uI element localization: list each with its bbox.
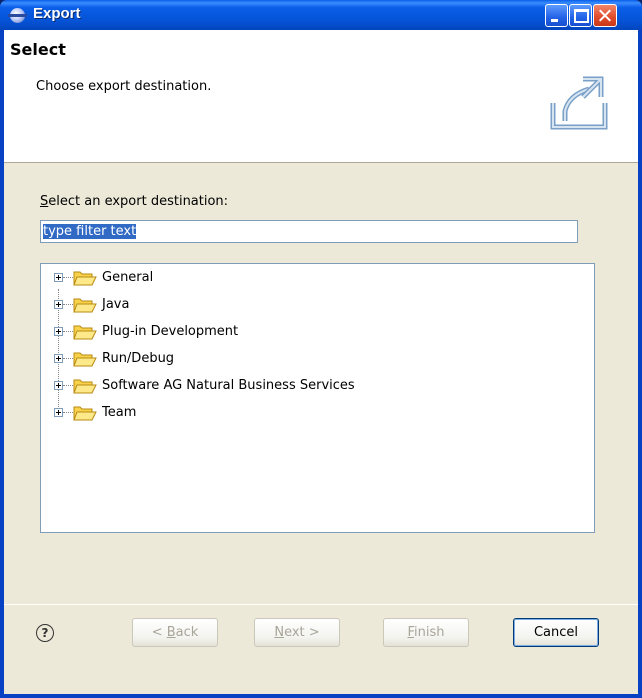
folder-icon (73, 379, 97, 394)
finish-button[interactable]: Finish (383, 618, 469, 647)
eclipse-icon (8, 8, 27, 23)
back-mnemonic: B (166, 625, 176, 640)
finish-label: inish (414, 625, 445, 640)
tree-item-java[interactable]: Java (41, 294, 581, 318)
next-button[interactable]: Next > (254, 618, 340, 647)
tree-connector (63, 277, 73, 278)
wizard-header: Select Choose export destination. (4, 30, 638, 163)
tree-item-label: Run/Debug (102, 351, 175, 366)
tree-connector (63, 331, 73, 332)
folder-icon (73, 406, 97, 421)
tree-connector (63, 412, 73, 413)
tree-item-label: Java (102, 297, 130, 312)
help-icon[interactable]: ? (36, 624, 54, 642)
next-mnemonic: N (274, 625, 285, 640)
minimize-button[interactable] (545, 4, 568, 27)
expand-icon[interactable] (54, 381, 63, 390)
cancel-button[interactable]: Cancel (513, 618, 599, 647)
page-description: Choose export destination. (36, 79, 212, 94)
expand-icon[interactable] (54, 273, 63, 282)
tree-item-plugin-development[interactable]: Plug-in Development (41, 321, 581, 345)
filter-input-value: type filter text (43, 224, 137, 239)
export-wizard-icon (550, 76, 608, 130)
export-dialog: Export Select Choose export destination.… (0, 0, 642, 698)
tree-item-software-ag-nbs[interactable]: Software AG Natural Business Services (41, 375, 581, 399)
maximize-button[interactable] (569, 4, 592, 27)
tree-connector (63, 358, 73, 359)
tree-item-general[interactable]: General (41, 267, 581, 291)
title-bar[interactable]: Export (0, 0, 642, 30)
window-border-bottom (0, 694, 642, 698)
expand-icon[interactable] (54, 354, 63, 363)
tree-item-label: Software AG Natural Business Services (102, 378, 355, 393)
destination-label: Select an export destination: (40, 194, 228, 209)
expand-icon[interactable] (54, 300, 63, 309)
expand-icon[interactable] (54, 408, 63, 417)
back-label: ack (175, 625, 199, 640)
tree-item-run-debug[interactable]: Run/Debug (41, 348, 581, 372)
destination-tree[interactable]: General Java Plug-in Development Run/Deb… (40, 263, 595, 533)
tree-item-label: Plug-in Development (102, 324, 239, 339)
folder-icon (73, 271, 97, 286)
folder-icon (73, 352, 97, 367)
tree-item-label: Team (102, 405, 137, 420)
window-border-right (638, 30, 642, 698)
tree-connector (63, 304, 73, 305)
back-button[interactable]: < Back (132, 618, 218, 647)
dialog-client-area: Select Choose export destination. Select… (4, 30, 638, 694)
destination-label-text: elect an export destination: (48, 194, 229, 209)
page-title: Select (10, 40, 66, 59)
window-title: Export (33, 5, 81, 22)
tree-item-label: General (102, 270, 154, 285)
tree-connector (63, 385, 73, 386)
filter-input[interactable]: type filter text (40, 220, 578, 243)
tree-item-team[interactable]: Team (41, 402, 581, 426)
folder-icon (73, 325, 97, 340)
expand-icon[interactable] (54, 327, 63, 336)
folder-icon (73, 298, 97, 313)
next-label: ext > (284, 625, 320, 640)
back-prefix: < (151, 625, 167, 640)
footer-separator (4, 604, 638, 605)
close-button[interactable] (593, 4, 617, 27)
